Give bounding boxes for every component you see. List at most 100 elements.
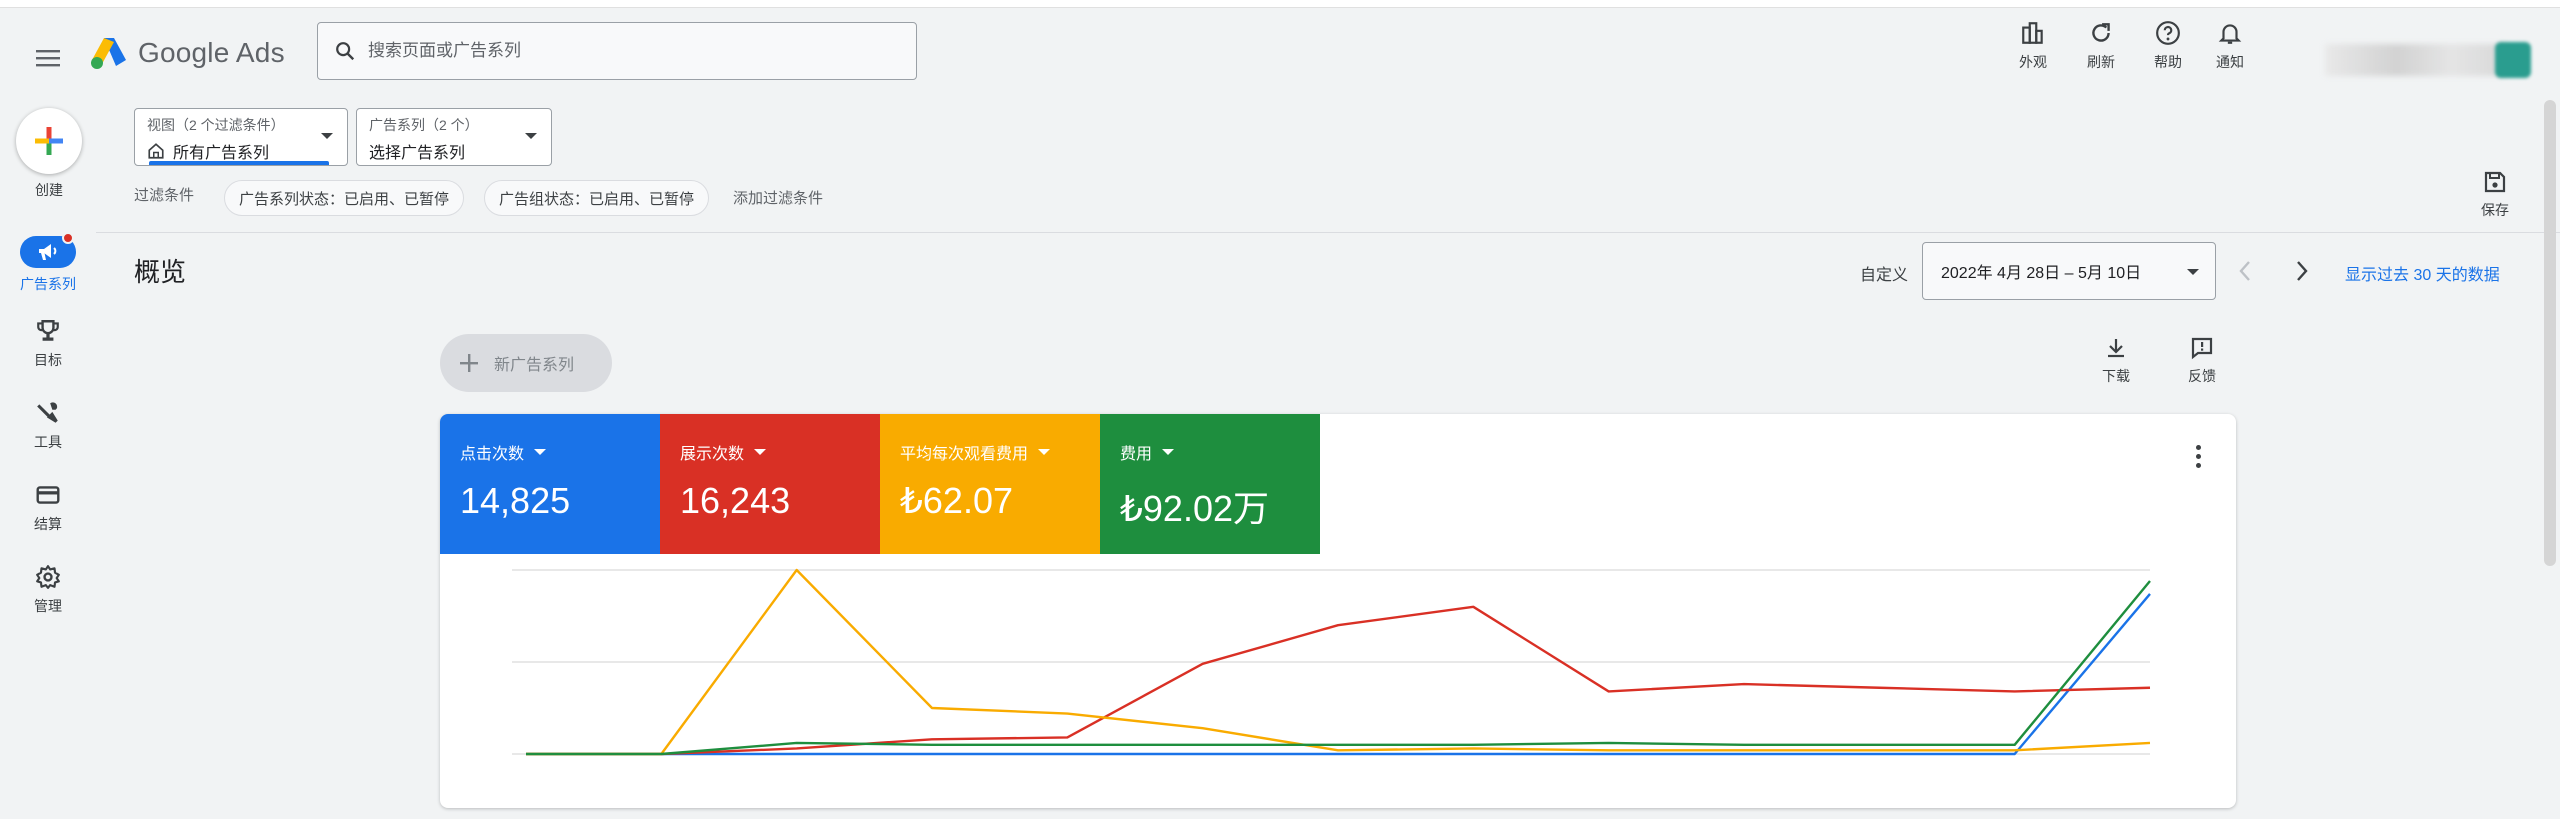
download-icon: [2108, 339, 2124, 358]
caret-down-icon: [1038, 449, 1051, 455]
metric-value: 14,825: [460, 480, 571, 521]
notifications-button[interactable]: 通知: [2200, 20, 2260, 72]
view-selector-underline: [149, 161, 329, 165]
caret-down-icon: [1162, 449, 1175, 455]
sidebar-item-label: 目标: [34, 352, 62, 368]
filter-chip-campaign-status[interactable]: 广告系列状态：已启用、已暂停: [224, 180, 465, 216]
campaign-selector-caption: 广告系列（2 个）: [369, 117, 479, 133]
metric-tile-impressions[interactable]: 展示次数 16,243: [660, 414, 880, 554]
sidebar-item-campaigns[interactable]: 广告系列: [8, 232, 88, 294]
save-button[interactable]: 保存: [2470, 170, 2520, 220]
caret-down-icon: [534, 449, 547, 455]
metric-value: 16,243: [680, 480, 791, 521]
notification-dot: [62, 232, 74, 244]
search-icon: [336, 42, 355, 61]
appearance-icon: [2022, 22, 2043, 44]
account-name-blurred: [2325, 44, 2505, 76]
sidebar-item-goals[interactable]: 目标: [8, 318, 88, 370]
chevron-down-icon: [525, 133, 537, 139]
home-icon: [148, 143, 164, 159]
feedback-label: 反馈: [2188, 368, 2216, 384]
view-selector[interactable]: 视图（2 个过滤条件） 所有广告系列: [134, 108, 348, 166]
save-label: 保存: [2481, 202, 2509, 218]
sidebar-item-label: 管理: [34, 598, 62, 614]
sidebar-item-billing[interactable]: 结算: [8, 482, 88, 534]
gear-icon: [36, 565, 60, 589]
top-bar: Google Ads 外观 刷新 帮助 通知: [0, 8, 2560, 94]
plus-icon: [460, 354, 478, 372]
create-label: 创建: [35, 182, 63, 198]
series-line-0: [526, 593, 2151, 756]
campaign-pill: [20, 232, 76, 268]
metric-tile-clicks[interactable]: 点击次数 14,825: [440, 414, 660, 554]
appearance-button[interactable]: 外观: [2003, 20, 2063, 72]
sidebar-item-admin[interactable]: 管理: [8, 564, 88, 616]
window-top-edge: [0, 0, 2560, 8]
help-icon: [2156, 21, 2180, 45]
sidebar-item-label: 广告系列: [20, 276, 76, 292]
trophy-icon: [37, 320, 59, 341]
new-campaign-label: 新广告系列: [494, 357, 575, 374]
filter-label: 过滤条件: [134, 187, 195, 204]
refresh-icon: [2092, 23, 2110, 42]
search-box[interactable]: [317, 22, 917, 80]
add-filter-link[interactable]: 添加过滤条件: [733, 187, 823, 208]
notifications-label: 通知: [2216, 54, 2244, 70]
feedback-icon: [2191, 337, 2213, 360]
next-period-button[interactable]: [2287, 256, 2317, 286]
page-title: 概览: [134, 257, 187, 287]
billing-icon: [36, 486, 60, 504]
logo-text: Google Ads: [138, 37, 285, 68]
series-line-1: [526, 605, 2151, 756]
sidebar-item-label: 结算: [34, 516, 62, 532]
more-options-icon[interactable]: [2186, 440, 2210, 472]
account-switcher[interactable]: [2325, 38, 2535, 78]
chevron-left-icon: [2239, 261, 2250, 281]
refresh-button[interactable]: 刷新: [2071, 20, 2131, 72]
metric-value: ₺92.02万: [1120, 488, 1269, 529]
campaign-icon: [39, 244, 57, 260]
google-ads-logo-icon: [91, 38, 126, 69]
overview-chart-card: 点击次数 14,825 展示次数 16,243 平均每次观看费用 ₺62.07 …: [440, 414, 2236, 808]
search-input[interactable]: [368, 41, 888, 61]
menu-icon[interactable]: [28, 38, 68, 78]
metric-label: 费用: [1120, 440, 1300, 464]
avatar: [2495, 42, 2531, 78]
metric-label-text: 点击次数: [460, 446, 525, 463]
tools-icon: [37, 402, 58, 423]
chevron-right-icon: [2297, 261, 2308, 281]
chevron-down-icon: [2187, 269, 2199, 275]
metric-tile-cost[interactable]: 费用 ₺92.02万: [1100, 414, 1320, 554]
save-icon: [2484, 171, 2506, 193]
campaign-selector[interactable]: 广告系列（2 个） 选择广告系列: [356, 108, 552, 166]
refresh-label: 刷新: [2087, 54, 2115, 70]
new-campaign-button[interactable]: 新广告系列: [440, 334, 612, 392]
download-label: 下载: [2102, 368, 2130, 384]
custom-label: 自定义: [1860, 267, 1909, 284]
view-selector-caption: 视图（2 个过滤条件）: [147, 117, 285, 133]
download-button[interactable]: 下载: [2086, 336, 2146, 386]
metric-label-text: 平均每次观看费用: [900, 446, 1029, 463]
show-last-30-days-link[interactable]: 显示过去 30 天的数据: [2345, 261, 2500, 285]
metric-value: ₺62.07: [900, 480, 1013, 521]
line-chart: [512, 568, 2151, 756]
metric-label-text: 展示次数: [680, 446, 745, 463]
sidebar-item-label: 工具: [34, 434, 62, 450]
bell-icon: [2218, 24, 2242, 44]
prev-period-button[interactable]: [2230, 256, 2260, 286]
create-button[interactable]: [16, 108, 82, 174]
campaign-selector-value: 选择广告系列: [369, 145, 466, 162]
help-button[interactable]: 帮助: [2138, 20, 2198, 72]
date-range-picker[interactable]: 2022年 4月 28日 – 5月 10日: [1922, 242, 2216, 300]
google-ads-logo[interactable]: Google Ads: [90, 36, 285, 70]
sidebar-item-tools[interactable]: 工具: [8, 400, 88, 452]
caret-down-icon: [754, 449, 767, 455]
date-range-text: 2022年 4月 28日 – 5月 10日: [1941, 265, 2142, 282]
metric-tile-avg-cpv[interactable]: 平均每次观看费用 ₺62.07: [880, 414, 1100, 554]
scrollbar[interactable]: [2544, 100, 2556, 566]
filter-chip-adgroup-status[interactable]: 广告组状态：已启用、已暂停: [484, 180, 710, 216]
feedback-button[interactable]: 反馈: [2172, 336, 2232, 386]
appearance-label: 外观: [2019, 54, 2047, 70]
view-selector-text: 所有广告系列: [173, 145, 270, 162]
metric-label: 展示次数: [680, 440, 860, 464]
